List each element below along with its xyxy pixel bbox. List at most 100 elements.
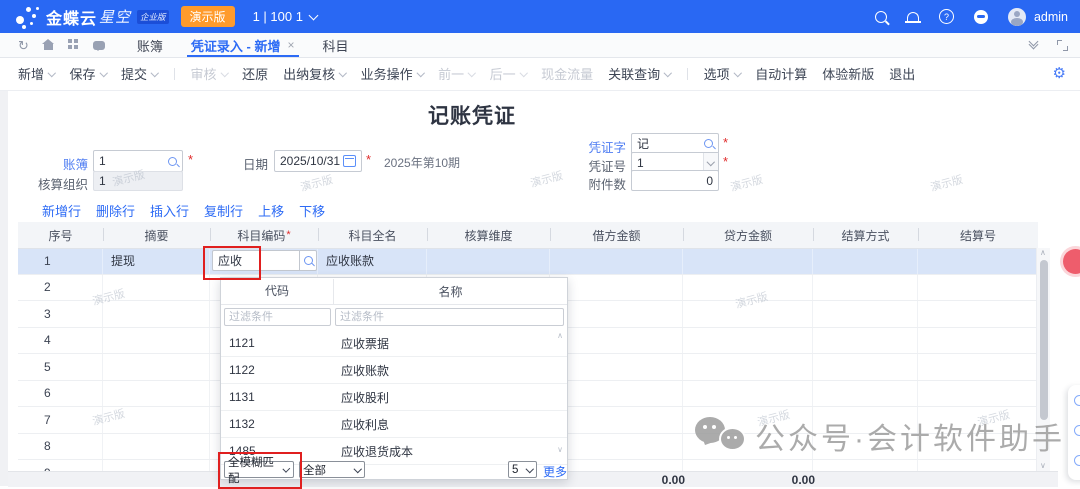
tab-close-icon[interactable]: × [287,38,294,52]
summary-cell[interactable] [103,381,210,407]
summary-cell[interactable] [103,354,210,380]
credit-cell[interactable] [683,460,813,471]
floating-side-panel[interactable] [1068,385,1080,480]
voucher-row-1[interactable]: 1提现应收应收账款 [18,248,1038,275]
row-action-0[interactable]: 新增行 [42,201,81,220]
refresh-icon[interactable]: ↻ [18,39,29,52]
page-size-select[interactable]: 5 [508,461,537,478]
toolbar-button-11[interactable]: 选项 [704,64,741,83]
credit-cell[interactable] [683,328,813,354]
settlement-cell[interactable] [813,381,918,407]
settlement-no-cell[interactable] [918,275,1038,301]
settlement-cell[interactable] [813,248,918,274]
seq-cell[interactable]: 4 [18,328,103,354]
collapse-toolbar-icon[interactable] [1030,42,1037,48]
message-icon[interactable] [93,41,105,50]
settlement-cell[interactable] [813,275,918,301]
dimension-cell[interactable] [427,248,550,274]
tab-0[interactable]: 账簿 [137,33,163,57]
toolbar-button-4[interactable]: 还原 [242,64,268,83]
tab-2[interactable]: 科目 [323,33,349,57]
debit-cell[interactable] [550,381,683,407]
debit-cell[interactable] [550,407,683,433]
credit-cell[interactable] [683,248,813,274]
toolbar-button-10[interactable]: 关联查询 [608,64,671,83]
debit-cell[interactable] [550,275,683,301]
toolbar-button-6[interactable]: 业务操作 [361,64,424,83]
account-option-1121[interactable]: 1121应收票据 [221,330,567,357]
help-icon[interactable]: ? [939,9,954,24]
code-filter-input[interactable] [224,308,331,326]
account-option-1132[interactable]: 1132应收利息 [221,411,567,438]
debit-cell[interactable] [550,354,683,380]
row-action-4[interactable]: 上移 [258,201,284,220]
side-panel-icon[interactable] [1074,395,1080,406]
summary-cell[interactable] [103,434,210,460]
seq-cell[interactable]: 6 [18,381,103,407]
seq-cell[interactable]: 3 [18,301,103,327]
debit-cell[interactable] [550,248,683,274]
settlement-no-cell[interactable] [918,381,1038,407]
side-panel-icon[interactable] [1074,425,1080,436]
summary-cell[interactable]: 提现 [103,248,210,274]
notification-bell-icon[interactable] [907,12,919,22]
toolbar-button-1[interactable]: 保存 [70,64,107,83]
account-option-1131[interactable]: 1131应收股利 [221,384,567,411]
settlement-cell[interactable] [813,460,918,471]
status-toggle-icon[interactable] [974,10,988,24]
row-action-2[interactable]: 插入行 [150,201,189,220]
row-action-5[interactable]: 下移 [299,201,325,220]
account-code-lookup-button[interactable] [300,250,317,271]
more-link[interactable]: 更多 [543,463,567,480]
settlement-cell[interactable] [813,354,918,380]
summary-cell[interactable] [103,460,210,471]
org-selector[interactable]: 1 | 100 1 [253,9,317,24]
scope-select[interactable]: 全部 [299,461,365,478]
toolbar-button-12[interactable]: 自动计算 [755,64,807,83]
debit-cell[interactable] [550,434,683,460]
tab-1[interactable]: 凭证录入 - 新增× [191,33,295,57]
toolbar-button-0[interactable]: 新增 [18,64,55,83]
settlement-cell[interactable] [813,328,918,354]
home-icon[interactable] [44,44,53,50]
settlement-no-cell[interactable] [918,248,1038,274]
toolbar-button-5[interactable]: 出纳复核 [283,64,346,83]
settings-gear-icon[interactable]: ⚙ [1053,66,1066,81]
apps-grid-icon[interactable] [68,39,72,43]
search-icon[interactable] [875,11,887,23]
scrollbar-thumb[interactable] [1040,260,1048,420]
voucher-word-input[interactable]: 记 [631,133,719,154]
popup-scroll-down-icon[interactable]: ∨ [557,446,563,454]
scroll-down-icon[interactable]: ∨ [1040,462,1046,470]
summary-cell[interactable] [103,328,210,354]
settlement-no-cell[interactable] [918,328,1038,354]
popup-scroll-up-icon[interactable]: ∧ [557,332,563,340]
seq-cell[interactable]: 5 [18,354,103,380]
fullscreen-icon[interactable] [1057,40,1068,51]
credit-cell[interactable] [683,354,813,380]
date-input[interactable]: 2025/10/31 [274,150,362,172]
row-action-1[interactable]: 删除行 [96,201,135,220]
user-avatar[interactable] [1008,8,1026,26]
side-panel-icon[interactable] [1074,455,1080,466]
summary-cell[interactable] [103,301,210,327]
seq-cell[interactable]: 7 [18,407,103,433]
calendar-icon[interactable] [343,155,356,167]
toolbar-button-14[interactable]: 退出 [889,64,915,83]
debit-cell[interactable] [550,328,683,354]
username-label[interactable]: admin [1034,10,1068,24]
toolbar-button-13[interactable]: 体验新版 [822,64,874,83]
row-action-3[interactable]: 复制行 [204,201,243,220]
account-name-cell[interactable]: 应收账款 [318,248,427,274]
lookup-magnifier-icon[interactable] [704,139,713,148]
toolbar-button-2[interactable]: 提交 [121,64,158,83]
name-filter-input[interactable] [335,308,564,326]
floating-badge-icon[interactable] [1063,249,1080,274]
credit-cell[interactable] [683,381,813,407]
seq-cell[interactable]: 8 [18,434,103,460]
account-option-1122[interactable]: 1122应收账款 [221,357,567,384]
seq-cell[interactable]: 1 [18,248,103,274]
settlement-no-cell[interactable] [918,354,1038,380]
settlement-no-cell[interactable] [918,460,1038,471]
settlement-cell[interactable] [813,301,918,327]
